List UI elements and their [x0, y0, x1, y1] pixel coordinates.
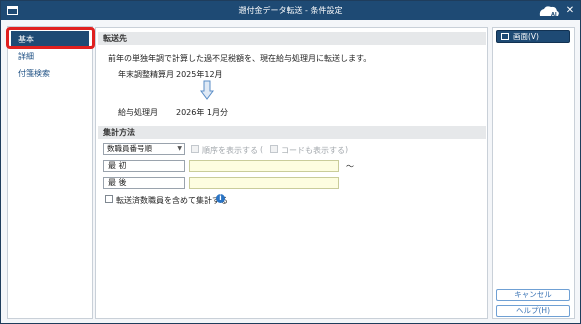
order-select-value: 数職員番号順: [107, 144, 152, 153]
last-label: 最 後: [103, 177, 185, 189]
first-input[interactable]: [189, 160, 339, 172]
show-code-label: コードも表示する: [281, 146, 345, 155]
first-label: 最 初: [103, 160, 185, 172]
cancel-button[interactable]: キャンセル: [496, 289, 570, 301]
sidebar-item-sticky-search[interactable]: 付箋検索: [11, 65, 89, 82]
last-input[interactable]: [189, 177, 339, 189]
selection-highlight: [6, 27, 95, 49]
close-icon[interactable]: ✕: [563, 3, 577, 18]
paren-open: (: [260, 145, 264, 154]
order-select[interactable]: 数職員番号順 ▼: [103, 143, 185, 155]
down-arrow-icon: [200, 80, 214, 100]
main-panel: 転送先 前年の単独年調で計算した過不足税額を、現在給与処理月に転送します。 年末…: [95, 27, 488, 319]
dest-label: 給与処理月: [118, 108, 158, 117]
title-bar: 遡付金データ転送 - 条件設定 AI ✕: [1, 1, 580, 20]
show-code-checkbox[interactable]: [270, 145, 278, 153]
screen-icon: [501, 33, 509, 40]
include-transferred-checkbox[interactable]: [105, 195, 113, 203]
range-tilde: 〜: [346, 162, 354, 171]
dialog-window: 遡付金データ転送 - 条件設定 AI ✕ 基本 詳細 付箋検索 転送先 前年の単…: [0, 0, 581, 324]
source-value: 2025年12月: [176, 70, 223, 79]
screen-button-label: 画面(V): [513, 32, 539, 41]
window-title: 遡付金データ転送 - 条件設定: [238, 6, 343, 15]
source-label: 年末調整精算月: [118, 70, 174, 79]
sidebar: 基本 詳細 付箋検索: [7, 26, 93, 319]
include-transferred-label: 転送済数職員を含めて集計する: [116, 196, 228, 205]
info-icon[interactable]: i: [216, 194, 225, 203]
dest-value: 2026年 1月分: [176, 108, 228, 117]
show-order-checkbox[interactable]: [191, 145, 199, 153]
paren-close: ): [345, 145, 349, 154]
screen-button[interactable]: 画面(V): [496, 30, 570, 43]
action-panel: 画面(V) キャンセル ヘルプ(H): [492, 27, 575, 319]
svg-text:AI: AI: [551, 12, 557, 18]
transfer-description: 前年の単独年調で計算した過不足税額を、現在給与処理月に転送します。: [108, 54, 372, 63]
app-logo-icon: AI: [539, 6, 559, 18]
show-order-label: 順序を表示する: [202, 146, 258, 155]
sidebar-item-detail[interactable]: 詳細: [11, 48, 89, 65]
transfer-section-header: 転送先: [98, 32, 486, 45]
help-button[interactable]: ヘルプ(H): [496, 305, 570, 317]
aggregation-section-header: 集計方法: [98, 126, 486, 139]
chevron-down-icon: ▼: [177, 145, 182, 152]
